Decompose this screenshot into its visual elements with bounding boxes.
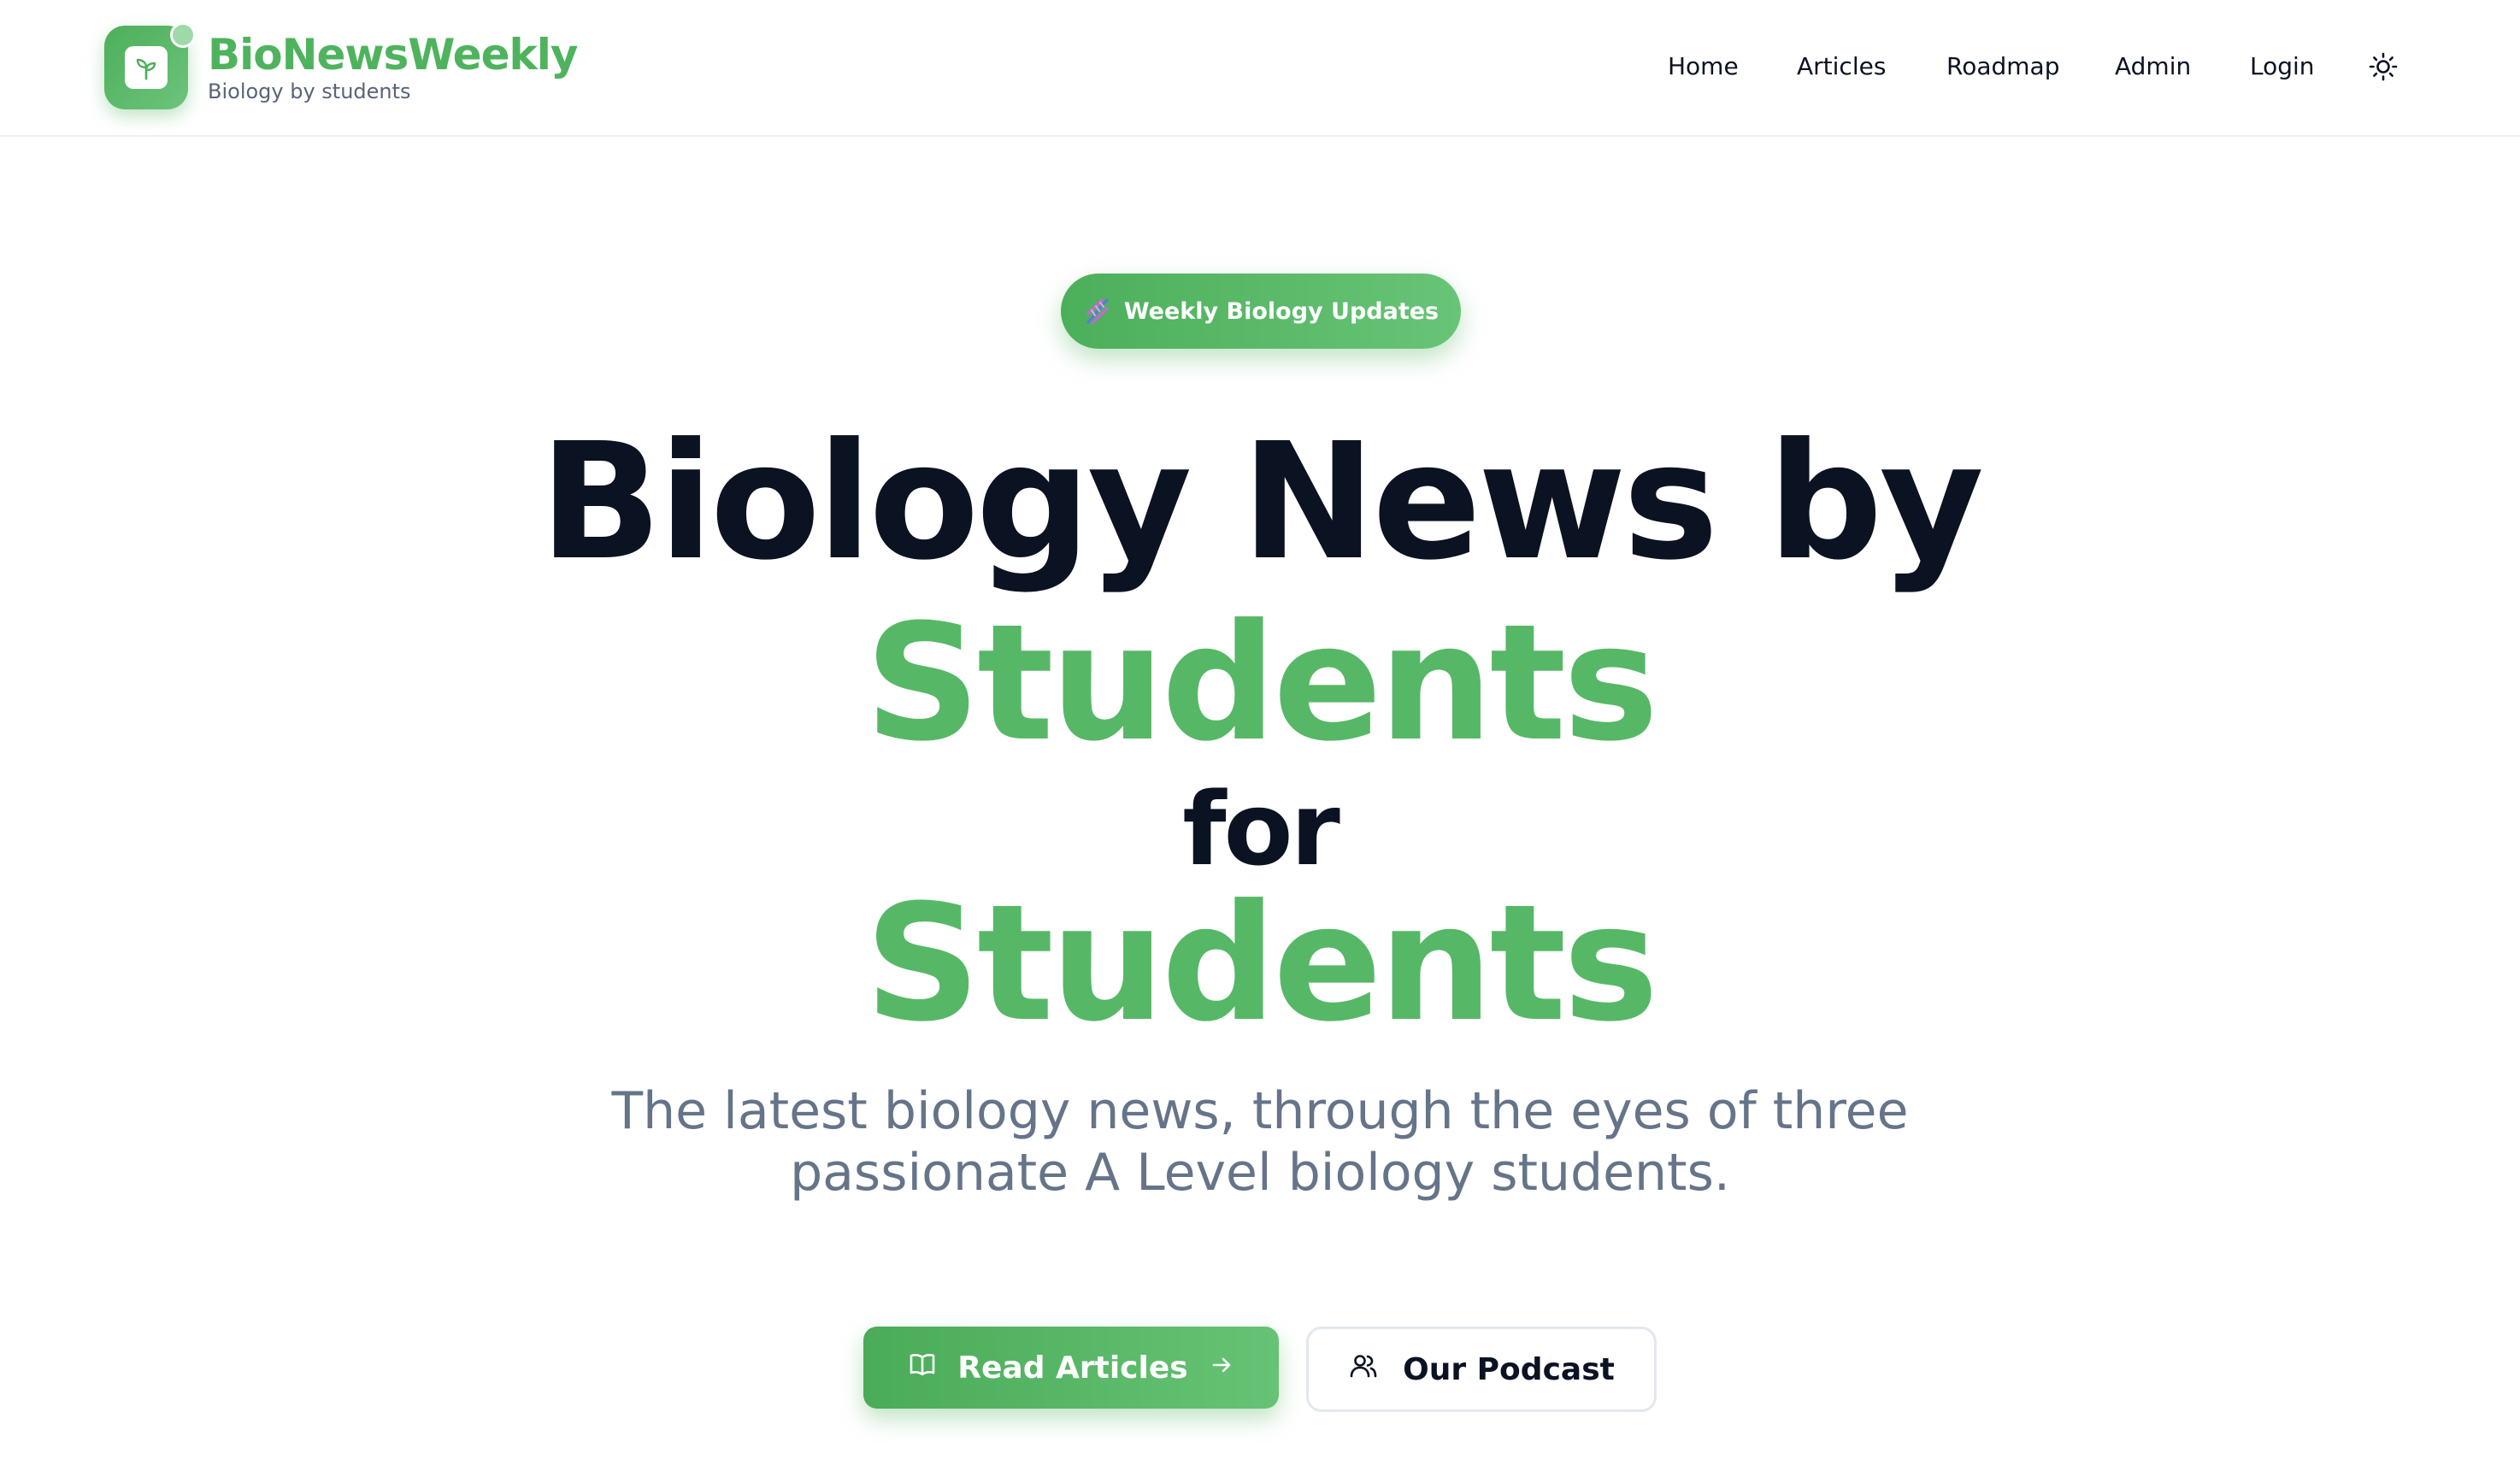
nav-roadmap[interactable]: Roadmap: [1946, 48, 2059, 85]
dna-icon: [1083, 297, 1112, 326]
badge-label: Weekly Biology Updates: [1123, 297, 1440, 325]
nav-home[interactable]: Home: [1668, 48, 1739, 85]
arrow-right-icon: [1209, 1350, 1234, 1386]
hero-subtitle-line-2: passionate A Level biology students.: [790, 1143, 1730, 1203]
our-podcast-button[interactable]: Our Podcast: [1306, 1327, 1657, 1412]
site-header: BioNewsWeekly Biology by students Home A…: [0, 0, 2520, 137]
nav-articles[interactable]: Articles: [1797, 48, 1886, 85]
brand-name[interactable]: BioNewsWeekly: [208, 29, 578, 80]
hero-title-line-2: Students: [864, 590, 1659, 777]
nav-admin[interactable]: Admin: [2115, 48, 2191, 85]
hero-subtitle-line-1: The latest biology news, through the eye…: [611, 1081, 1909, 1141]
hero-title-line-4: Students: [864, 870, 1659, 1057]
sprout-icon: [136, 58, 156, 80]
book-open-icon: [908, 1350, 937, 1386]
theme-toggle-button[interactable]: [2368, 51, 2399, 82]
hero-title-line-1: Biology News by: [539, 409, 1984, 596]
logo-status-dot: [170, 22, 196, 48]
our-podcast-label: Our Podcast: [1403, 1351, 1615, 1387]
nav-login[interactable]: Login: [2250, 48, 2315, 85]
users-icon: [1348, 1350, 1379, 1389]
read-articles-label: Read Articles: [957, 1350, 1188, 1386]
read-articles-button[interactable]: Read Articles: [863, 1327, 1279, 1409]
logo-inner-tile: [125, 46, 168, 89]
sun-icon: [2369, 52, 2398, 81]
brand-tagline: Biology by students: [208, 79, 411, 103]
weekly-updates-badge: Weekly Biology Updates: [1061, 274, 1461, 349]
